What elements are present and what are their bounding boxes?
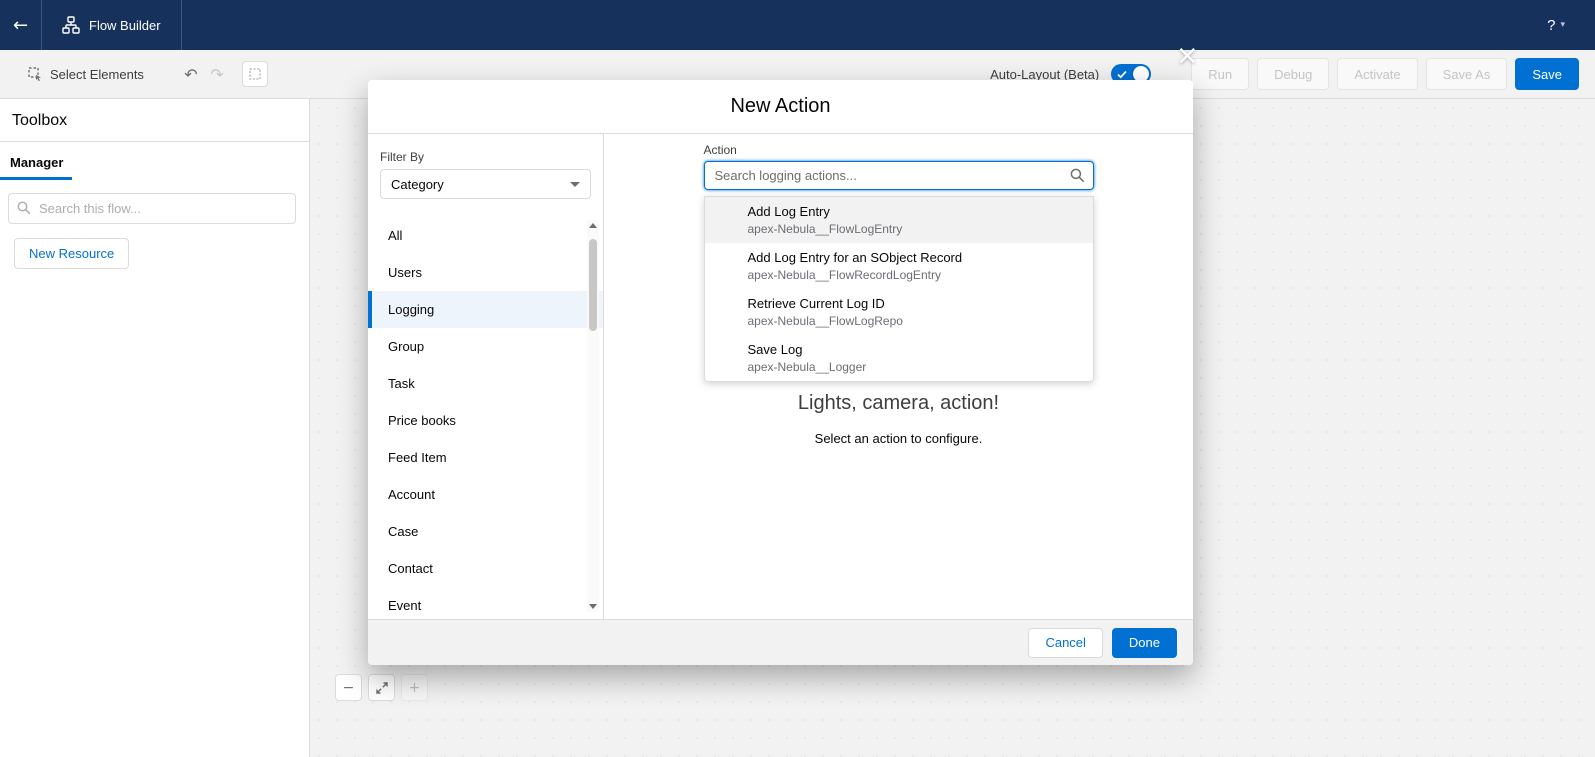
new-action-modal: × New Action Filter By Category All User… [368, 42, 1199, 665]
redo-icon: ↷ [210, 64, 224, 84]
search-icon [17, 201, 31, 215]
empty-state-subtext: Select an action to configure. [814, 431, 983, 446]
action-panel: Action Add Log Entry apex-Nebula__FlowLo… [604, 134, 1193, 619]
tab-underline [0, 177, 72, 180]
action-content: Action Add Log Entry apex-Nebula__FlowLo… [703, 134, 1094, 382]
modal-footer: Cancel Done [368, 619, 1193, 665]
help-icon: ? [1547, 16, 1556, 34]
scrollbar-thumb[interactable] [589, 239, 597, 331]
new-resource-button[interactable]: New Resource [14, 238, 130, 269]
plus-icon: + [408, 679, 421, 696]
expand-icon [375, 681, 388, 694]
filter-panel: Filter By Category All Users Logging Gro… [368, 134, 604, 619]
toolbox-sidebar: Toolbox Manager New Resource [0, 99, 310, 757]
select-elements-icon [28, 67, 41, 81]
category-item-users[interactable]: Users [368, 254, 603, 291]
save-as-button[interactable]: Save As [1425, 58, 1508, 90]
modal-body: Filter By Category All Users Logging Gro… [368, 134, 1193, 619]
category-item-logging[interactable]: Logging [368, 291, 603, 328]
caret-down-icon: ▾ [1560, 20, 1565, 30]
category-item-group[interactable]: Group [368, 328, 603, 365]
search-icon [1070, 168, 1084, 183]
result-retrieve-current-log-id[interactable]: Retrieve Current Log ID apex-Nebula__Flo… [705, 289, 1093, 335]
result-add-log-entry[interactable]: Add Log Entry apex-Nebula__FlowLogEntry [704, 197, 1093, 243]
activate-button[interactable]: Activate [1337, 58, 1418, 90]
done-button[interactable]: Done [1111, 627, 1177, 658]
back-button[interactable]: ← [0, 0, 42, 50]
action-results-listbox: Add Log Entry apex-Nebula__FlowLogEntry … [703, 196, 1094, 382]
back-arrow-icon: ← [12, 14, 29, 36]
help-menu[interactable]: ? ▾ [1547, 0, 1595, 50]
modal-title: New Action [730, 95, 831, 117]
chevron-down-icon [570, 181, 580, 187]
close-button[interactable]: × [1176, 42, 1199, 69]
toolbox-title: Toolbox [12, 112, 68, 129]
tool-button[interactable] [241, 61, 268, 87]
empty-state: Lights, camera, action! Select an action… [604, 392, 1193, 446]
zoom-out-button[interactable]: − [335, 674, 362, 701]
empty-state-heading: Lights, camera, action! [797, 392, 1000, 414]
undo-icon: ↶ [184, 64, 198, 84]
scroll-up-icon[interactable] [589, 223, 597, 228]
category-item-event[interactable]: Event [368, 587, 603, 624]
flow-search [8, 193, 296, 224]
zoom-controls: − + [335, 674, 428, 701]
action-label: Action [703, 143, 737, 157]
run-button[interactable]: Run [1191, 58, 1250, 90]
top-nav: ← Flow Builder ? ▾ [0, 0, 1595, 50]
category-select-value: Category [391, 176, 444, 192]
category-filter-select[interactable]: Category [380, 169, 591, 199]
modal-header: New Action [368, 80, 1193, 134]
category-scrollbar[interactable] [587, 220, 599, 612]
zoom-in-button[interactable]: + [401, 674, 428, 701]
check-icon [1117, 70, 1127, 78]
cancel-button[interactable]: Cancel [1028, 627, 1103, 658]
category-item-case[interactable]: Case [368, 513, 603, 550]
undo-button[interactable]: ↶ [178, 61, 204, 87]
category-item-account[interactable]: Account [368, 476, 603, 513]
fit-to-view-button[interactable] [368, 674, 395, 701]
save-button[interactable]: Save [1515, 58, 1579, 90]
action-search-input[interactable] [703, 161, 1094, 190]
marquee-select-icon [249, 68, 261, 80]
flow-builder-icon [62, 16, 80, 34]
minus-icon: − [342, 679, 355, 696]
category-item-all[interactable]: All [368, 217, 603, 254]
select-elements-label: Select Elements [50, 66, 144, 82]
category-item-price-books[interactable]: Price books [368, 402, 603, 439]
app-title-area: Flow Builder [42, 0, 182, 50]
category-item-task[interactable]: Task [368, 365, 603, 402]
scroll-down-icon[interactable] [589, 604, 597, 609]
filter-by-label: Filter By [380, 150, 425, 164]
flow-search-input[interactable] [8, 193, 296, 224]
action-search [703, 161, 1094, 190]
select-elements-button[interactable]: Select Elements [28, 67, 144, 82]
close-icon: × [1176, 40, 1199, 71]
result-add-log-entry-sobject[interactable]: Add Log Entry for an SObject Record apex… [705, 243, 1093, 289]
tab-manager[interactable]: Manager [0, 142, 73, 177]
category-item-feed-item[interactable]: Feed Item [368, 439, 603, 476]
redo-button[interactable]: ↷ [204, 61, 230, 87]
debug-button[interactable]: Debug [1257, 58, 1330, 90]
category-list: All Users Logging Group Task Price books… [368, 217, 603, 624]
result-save-log[interactable]: Save Log apex-Nebula__Logger [705, 335, 1093, 381]
app-name: Flow Builder [89, 17, 161, 33]
category-item-contact[interactable]: Contact [368, 550, 603, 587]
